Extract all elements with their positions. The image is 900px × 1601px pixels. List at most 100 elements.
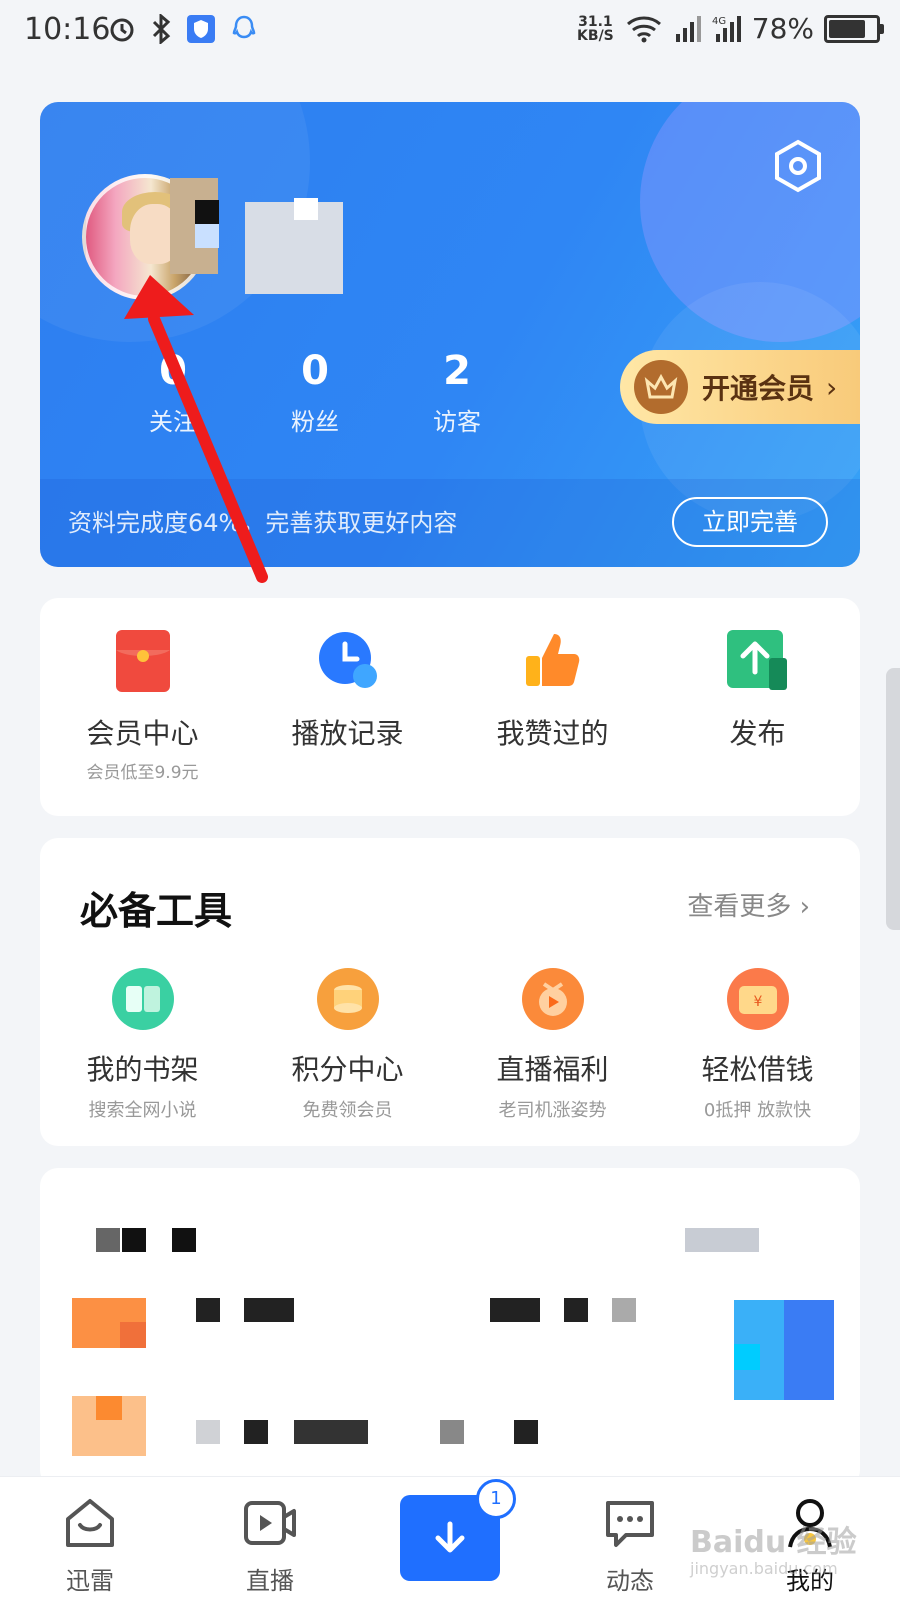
list-item-text-mosaic xyxy=(564,1298,588,1322)
username-mosaic xyxy=(195,200,219,224)
tool-live-benefits[interactable]: 直播福利 老司机涨姿势 xyxy=(450,968,655,1122)
quick-vip-center[interactable]: 会员中心 会员低至9.9元 xyxy=(40,628,245,783)
list-item-icon-mosaic xyxy=(96,1396,122,1420)
home-icon xyxy=(66,1499,114,1547)
list-item-text-mosaic xyxy=(440,1420,464,1444)
list-title-mosaic xyxy=(172,1228,196,1252)
nav-label: 直播 xyxy=(246,1567,294,1595)
list-item-text-mosaic xyxy=(490,1298,540,1322)
content-list-card xyxy=(40,1168,860,1488)
status-bar: 10:16 31.1 KB/S 4G 78% xyxy=(0,0,900,64)
list-item-text-mosaic xyxy=(196,1298,220,1322)
live-gift-icon xyxy=(521,968,584,1030)
video-camera-icon xyxy=(244,1501,296,1545)
watermark-logo: Baidu 经验 xyxy=(690,1525,857,1560)
download-arrow-icon xyxy=(435,1521,465,1553)
scrollbar-handle[interactable] xyxy=(886,668,900,930)
floating-widget-mosaic xyxy=(734,1344,760,1370)
tool-sub: 免费领会员 xyxy=(302,1100,393,1121)
crown-icon xyxy=(634,360,688,414)
qq-icon xyxy=(232,15,256,39)
tool-label: 轻松借钱 xyxy=(701,1053,814,1086)
wifi-icon xyxy=(626,16,661,42)
signal-icon xyxy=(675,15,701,42)
essential-tools-card: 必备工具 查看更多 › 我的书架 搜索全网小说 积分中心 免费领会员 直播福利 … xyxy=(40,838,860,1146)
quick-label: 发布 xyxy=(729,717,786,750)
clock-icon xyxy=(318,632,377,688)
tool-bookshelf[interactable]: 我的书架 搜索全网小说 xyxy=(40,968,245,1122)
settings-icon[interactable] xyxy=(770,138,826,194)
list-item-text-mosaic xyxy=(612,1298,636,1322)
username-mosaic xyxy=(195,224,219,248)
coins-icon xyxy=(316,968,379,1030)
quick-label: 播放记录 xyxy=(291,717,404,750)
quick-label: 我赞过的 xyxy=(496,717,609,750)
open-vip-label: 开通会员 xyxy=(702,372,815,405)
tools-more-link[interactable]: 查看更多 › xyxy=(687,886,810,923)
tool-easy-loan[interactable]: ¥ 轻松借钱 0抵押 放款快 xyxy=(655,968,860,1122)
battery-percent: 78% xyxy=(751,12,814,45)
tool-sub: 老司机涨姿势 xyxy=(498,1100,607,1121)
nav-label: 动态 xyxy=(606,1567,654,1595)
list-more-mosaic xyxy=(685,1228,759,1252)
stat-visitors-label: 访客 xyxy=(433,408,481,436)
status-time: 10:16 xyxy=(24,12,111,47)
red-arrow-annotation xyxy=(124,275,268,583)
tool-label: 我的书架 xyxy=(86,1053,199,1086)
battery-fill xyxy=(829,19,865,38)
nav-label: 迅雷 xyxy=(66,1567,114,1595)
money-bag-icon: ¥ xyxy=(726,968,789,1030)
list-item-text-mosaic xyxy=(514,1420,538,1444)
open-vip-button[interactable]: 开通会员 › xyxy=(620,350,860,424)
quick-label: 会员中心 xyxy=(86,717,199,750)
speed-value: 31.1 xyxy=(578,13,613,30)
list-item-text-mosaic xyxy=(294,1420,368,1444)
list-title-mosaic xyxy=(122,1228,146,1252)
bottom-nav: 迅雷 直播 1 动态 我的 Baidu 经验 jingyan.baidu.com xyxy=(0,1476,900,1601)
list-item-text-mosaic xyxy=(244,1420,268,1444)
signal-4g-icon: 4G xyxy=(712,15,741,42)
network-speed: 31.1 KB/S xyxy=(577,15,614,43)
nav-live[interactable]: 直播 xyxy=(210,1495,330,1596)
tool-points-center[interactable]: 积分中心 免费领会员 xyxy=(245,968,450,1122)
alarm-icon xyxy=(110,18,134,42)
chevron-right-icon: › xyxy=(826,370,838,404)
username-mosaic xyxy=(294,198,318,220)
watermark-url: jingyan.baidu.com xyxy=(690,1559,838,1578)
tool-sub: 搜索全网小说 xyxy=(88,1100,197,1121)
quick-sub: 会员低至9.9元 xyxy=(86,763,199,783)
upload-icon xyxy=(726,630,787,690)
nav-xunlei[interactable]: 迅雷 xyxy=(30,1495,150,1596)
svg-text:¥: ¥ xyxy=(753,994,762,1010)
bookshelf-icon xyxy=(111,968,174,1030)
thumbs-up-icon xyxy=(525,634,579,686)
shield-icon xyxy=(187,15,215,43)
nav-dynamic[interactable]: 动态 xyxy=(570,1495,690,1596)
stat-visitors-value: 2 xyxy=(443,348,471,394)
status-icons-right: 31.1 KB/S 4G 78% xyxy=(577,12,884,45)
tools-title: 必备工具 xyxy=(80,889,233,933)
complete-profile-button[interactable]: 立即完善 xyxy=(672,497,828,547)
quick-publish[interactable]: 发布 xyxy=(655,628,860,783)
red-envelope-icon xyxy=(115,630,170,692)
tool-sub: 0抵押 放款快 xyxy=(703,1100,812,1121)
download-badge: 1 xyxy=(476,1479,516,1519)
bluetooth-icon xyxy=(152,14,171,44)
list-item-icon-mosaic xyxy=(120,1322,146,1348)
list-item-text-mosaic xyxy=(196,1420,220,1444)
tool-label: 直播福利 xyxy=(496,1053,609,1086)
list-item-text-mosaic xyxy=(244,1298,294,1322)
list-title-mosaic xyxy=(96,1228,120,1252)
download-button[interactable]: 1 xyxy=(400,1479,516,1581)
floating-widget-mosaic xyxy=(784,1300,834,1400)
quick-actions-card: 会员中心 会员低至9.9元 播放记录 我赞过的 发布 xyxy=(40,598,860,816)
quick-play-history[interactable]: 播放记录 xyxy=(245,628,450,783)
stat-visitors[interactable]: 2 访客 xyxy=(386,348,528,437)
chat-bubble-icon xyxy=(606,1501,654,1547)
quick-liked[interactable]: 我赞过的 xyxy=(450,628,655,783)
battery-icon xyxy=(824,14,884,43)
svg-text:4G: 4G xyxy=(712,16,726,27)
speed-unit: KB/S xyxy=(577,27,614,44)
status-icons-left xyxy=(108,14,258,44)
tool-label: 积分中心 xyxy=(291,1053,404,1086)
